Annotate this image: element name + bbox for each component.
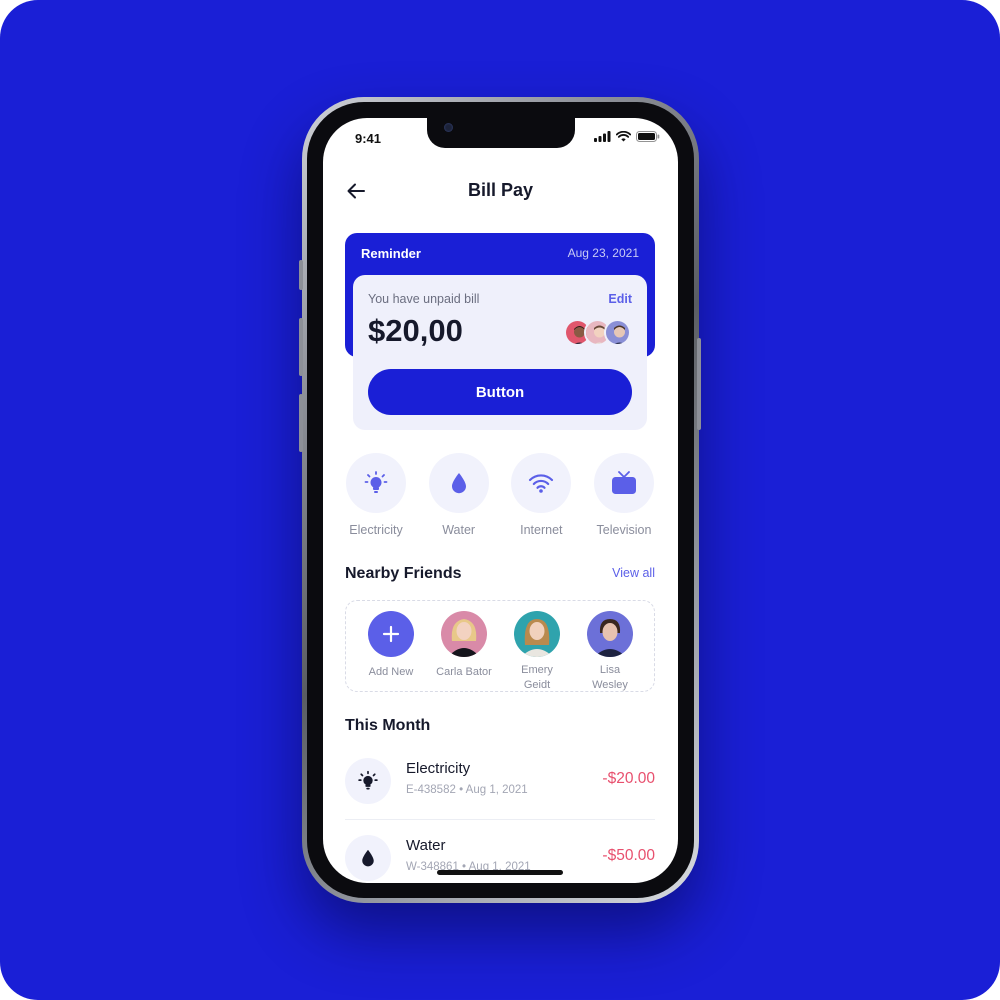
transaction-name: Electricity (406, 760, 471, 777)
category-label: Water (442, 523, 476, 537)
signal-icon (594, 131, 611, 142)
phone-screen: 9:41 Bill Pay Reminder Aug 23, 2021 You … (323, 118, 678, 883)
nearby-friends-list: Add New Carla Bator Emery Geidt Lisa Wes… (345, 600, 655, 692)
volume-down-button (299, 394, 303, 452)
unpaid-bill-card: You have unpaid bill Edit $20,00 Button (353, 275, 647, 430)
transaction-amount: -$50.00 (602, 847, 655, 864)
avatar (441, 611, 487, 657)
status-icons (594, 131, 660, 142)
wifi-status-icon (616, 131, 631, 142)
friend-name: Emery Geidt (521, 664, 553, 691)
water-drop-icon (362, 849, 374, 867)
nearby-friends-heading: Nearby Friends (345, 565, 462, 582)
view-all-link[interactable]: View all (612, 566, 655, 580)
friend-item[interactable]: Carla Bator (424, 611, 504, 680)
notch (427, 118, 575, 148)
transaction-meta: E-438582 • Aug 1, 2021 (406, 784, 528, 796)
power-button (697, 338, 701, 430)
friend-name: Lisa Wesley (592, 664, 628, 691)
bill-amount: $20,00 (368, 313, 463, 348)
transaction-name: Water (406, 837, 446, 854)
reminder-title: Reminder (361, 246, 421, 261)
front-camera (444, 123, 453, 132)
avatar (514, 611, 560, 657)
category-label: Television (596, 523, 652, 537)
avatar (604, 319, 631, 346)
divider (345, 819, 655, 820)
tv-icon (611, 471, 636, 494)
transaction-row[interactable]: Electricity E-438582 • Aug 1, 2021 -$20.… (345, 752, 655, 814)
mute-switch (299, 260, 303, 290)
category-television[interactable]: Television (593, 453, 655, 537)
lightbulb-icon (364, 471, 388, 493)
page-title: Bill Pay (467, 180, 534, 200)
this-month-heading: This Month (345, 717, 431, 734)
battery-icon (636, 131, 660, 142)
plus-icon (382, 625, 400, 643)
status-time: 9:41 (355, 131, 382, 146)
bill-categories: Electricity Water Internet Television (345, 453, 655, 537)
volume-up-button (299, 318, 303, 376)
edit-link[interactable]: Edit (608, 292, 632, 306)
friend-item[interactable]: Lisa Wesley (570, 611, 650, 693)
category-label: Electricity (349, 523, 403, 537)
category-electricity[interactable]: Electricity (345, 453, 407, 537)
wifi-icon (529, 474, 554, 493)
friend-name: Add New (368, 666, 414, 678)
friend-item[interactable]: Emery Geidt (497, 611, 577, 693)
water-drop-icon (451, 473, 466, 494)
category-internet[interactable]: Internet (510, 453, 572, 537)
unpaid-bill-label: You have unpaid bill (368, 292, 480, 306)
add-new-friend-button[interactable]: Add New (351, 611, 431, 680)
lightbulb-icon (358, 770, 378, 790)
friend-name: Carla Bator (436, 666, 492, 678)
category-label: Internet (520, 523, 563, 537)
background: 9:41 Bill Pay Reminder Aug 23, 2021 You … (0, 0, 1000, 1000)
shared-avatars (564, 319, 631, 346)
transaction-amount: -$20.00 (602, 770, 655, 787)
primary-button[interactable]: Button (368, 369, 632, 415)
category-water[interactable]: Water (428, 453, 490, 537)
reminder-date: Aug 23, 2021 (567, 246, 639, 260)
home-indicator[interactable] (437, 870, 563, 875)
avatar (587, 611, 633, 657)
